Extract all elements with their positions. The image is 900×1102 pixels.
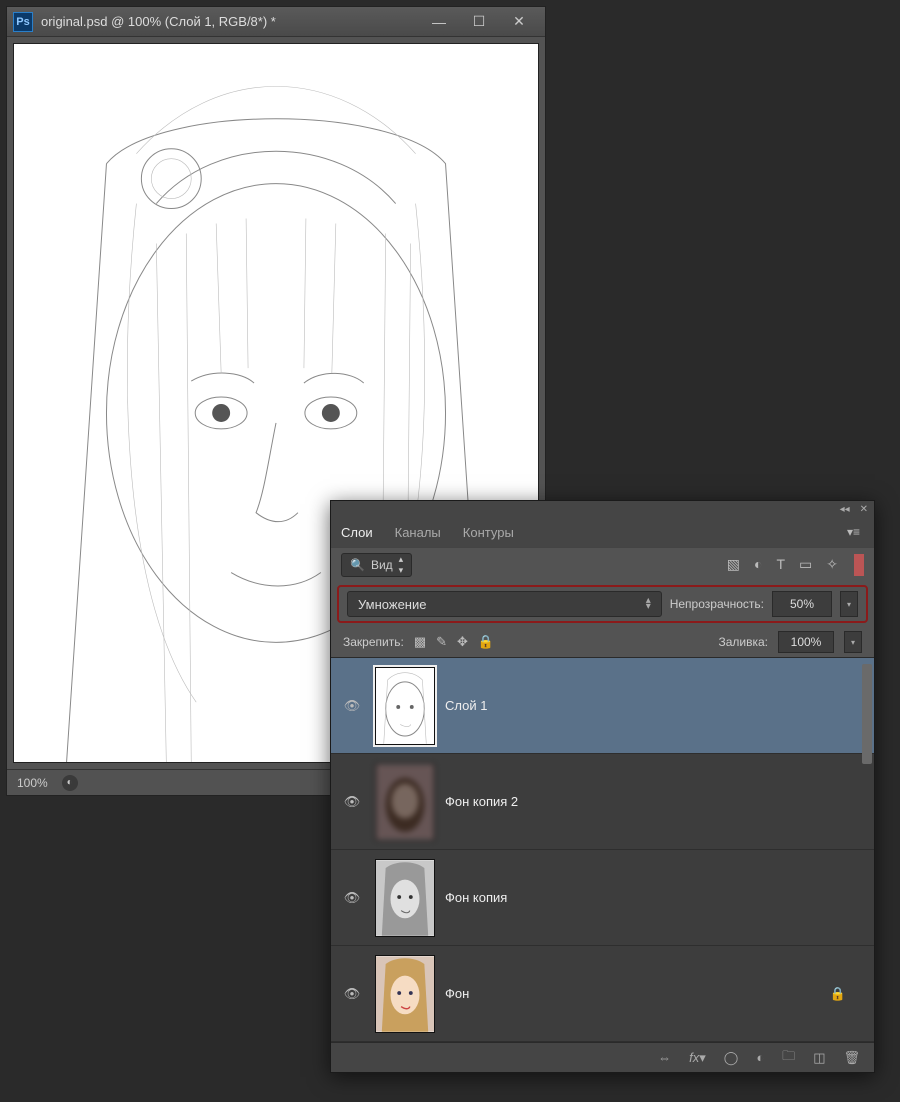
blend-mode-value: Умножение [358,597,426,612]
visibility-toggle[interactable]: 👁 [339,890,365,906]
layer-row[interactable]: 👁 Фон копия [331,850,874,946]
new-group-icon[interactable]: 🗀 [782,1047,795,1069]
filter-type-icons: ▧ ◐ T ▭ ✧ [727,556,838,573]
fill-dropdown-button[interactable]: ▾ [844,631,862,653]
visibility-toggle[interactable]: 👁 [339,698,365,714]
fill-input[interactable]: 100% [778,631,834,653]
filter-adjust-icon[interactable]: ◐ [754,556,762,573]
visibility-toggle[interactable]: 👁 [339,794,365,810]
opacity-input[interactable]: 50% [772,591,832,617]
window-buttons: — ☐ ✕ [419,10,539,34]
new-layer-icon[interactable]: ◫ [813,1050,825,1066]
fill-label: Заливка: [718,635,768,649]
blend-opacity-row: Умножение ▴▾ Непрозрачность: 50% ▾ [337,585,868,623]
document-titlebar[interactable]: Ps original.psd @ 100% (Слой 1, RGB/8*) … [7,7,545,37]
lock-all-icon[interactable]: 🔒 [478,634,494,650]
blend-mode-dropdown[interactable]: Умножение ▴▾ [347,591,662,617]
fill-value: 100% [791,635,822,649]
chevron-updown-icon: ▴▾ [646,598,651,610]
layer-row[interactable]: 👁 Фон 🔒 [331,946,874,1042]
lock-icon: 🔒 [830,986,846,1002]
filter-smart-icon[interactable]: ✧ [826,556,838,573]
layer-name[interactable]: Фон копия [445,890,507,905]
opacity-dropdown-button[interactable]: ▾ [840,591,858,617]
ps-logo-icon: Ps [13,12,33,32]
link-layers-icon[interactable]: ⇔ [658,1050,671,1065]
filter-label: Вид [371,558,393,572]
scrollbar[interactable] [862,664,872,764]
layer-name[interactable]: Слой 1 [445,698,487,713]
layer-name[interactable]: Фон копия 2 [445,794,518,809]
layer-row[interactable]: 👁 Фон копия 2 [331,754,874,850]
lock-paint-icon[interactable]: ✎ [436,634,447,650]
layer-thumb[interactable] [375,859,435,937]
lock-transparency-icon[interactable]: ▩ [414,634,426,650]
layer-name[interactable]: Фон [445,986,469,1001]
filter-type-icon[interactable]: T [776,556,785,573]
zoom-level[interactable]: 100% [17,776,48,790]
opacity-value: 50% [790,597,814,611]
minimize-button[interactable]: — [419,10,459,34]
add-mask-icon[interactable]: ◯ [724,1050,739,1066]
layer-thumb[interactable] [375,955,435,1033]
delete-layer-icon[interactable]: 🗑 [843,1050,860,1066]
filter-shape-icon[interactable]: ▭ [799,556,812,573]
opacity-label: Непрозрачность: [670,597,764,611]
layers-panel: ◂◂ ✕ Слои Каналы Контуры ▾≡ 🔍 Вид ▴▾ ▧ ◐… [330,500,875,1073]
close-button[interactable]: ✕ [499,10,539,34]
panel-toolbar: 🔍 Вид ▴▾ ▧ ◐ T ▭ ✧ [331,547,874,581]
panel-footer: ⇔ fx▾ ◯ ◐ 🗀 ◫ 🗑 [331,1042,874,1072]
layers-list: 👁 Слой 1 👁 Фон копия 2 👁 Фон копия 👁 [331,657,874,1042]
lock-fill-row: Закрепить: ▩ ✎ ✥ 🔒 Заливка: 100% ▾ [331,627,874,657]
panel-menu-icon[interactable]: ▾≡ [843,523,864,541]
chevron-updown-icon: ▴▾ [399,554,404,576]
layer-thumb[interactable] [375,667,435,745]
layer-filter-dropdown[interactable]: 🔍 Вид ▴▾ [341,553,412,577]
tab-layers[interactable]: Слои [341,525,373,540]
panel-close-icon[interactable]: ✕ [860,504,868,515]
layer-thumb[interactable] [375,763,435,841]
document-title: original.psd @ 100% (Слой 1, RGB/8*) * [41,14,419,29]
layer-fx-icon[interactable]: fx▾ [689,1050,706,1066]
panel-tabs: Слои Каналы Контуры ▾≡ [331,517,874,547]
maximize-button[interactable]: ☐ [459,10,499,34]
panel-topbar: ◂◂ ✕ [331,501,874,517]
search-icon: 🔍 [350,558,365,572]
lock-label: Закрепить: [343,635,404,649]
adjustment-layer-icon[interactable]: ◐ [756,1050,764,1065]
filter-pixel-icon[interactable]: ▧ [727,556,740,573]
lock-position-icon[interactable]: ✥ [457,634,468,650]
status-info-icon[interactable]: ◐ [62,775,78,791]
tab-paths[interactable]: Контуры [463,525,514,540]
visibility-toggle[interactable]: 👁 [339,986,365,1002]
filter-toggle[interactable] [854,554,864,576]
panel-collapse-icon[interactable]: ◂◂ [840,504,850,515]
tab-channels[interactable]: Каналы [395,525,441,540]
layer-row[interactable]: 👁 Слой 1 [331,658,874,754]
